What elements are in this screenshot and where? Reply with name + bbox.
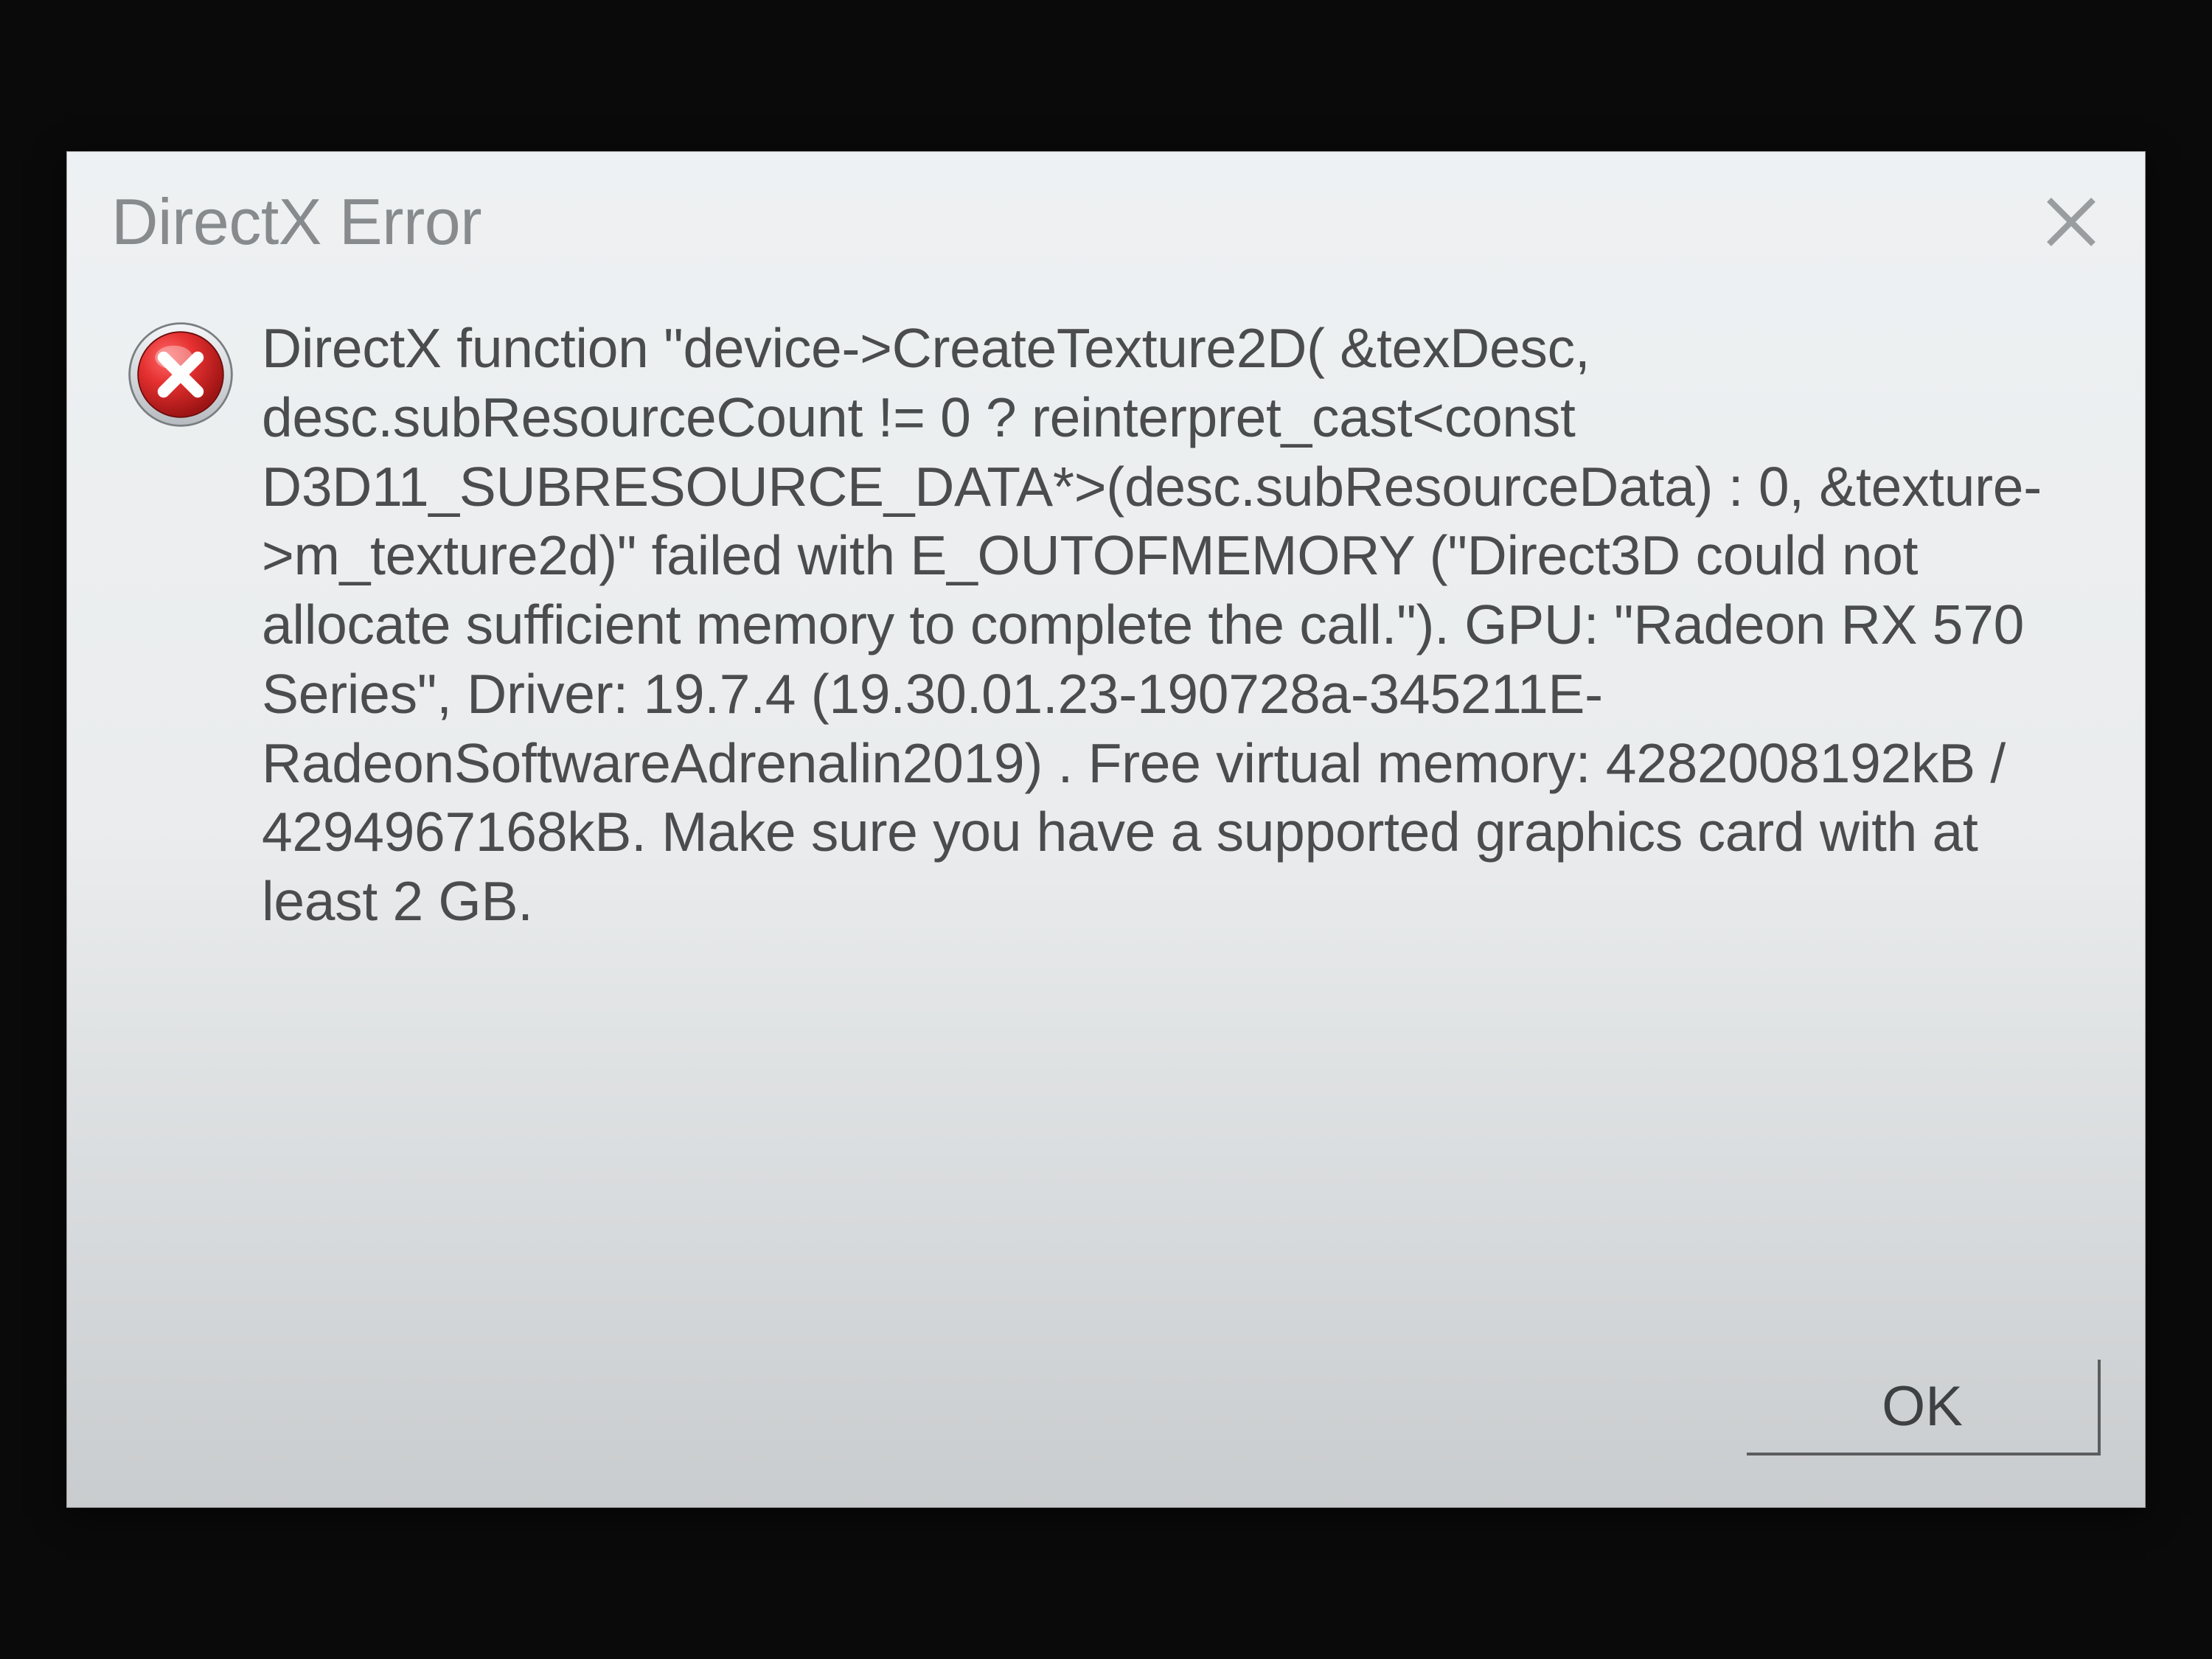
dialog-title: DirectX Error [111, 184, 481, 260]
error-dialog: DirectX Error [66, 151, 2146, 1508]
message-column: DirectX function "device->CreateTexture2… [259, 314, 2093, 1338]
titlebar: DirectX Error [67, 152, 2145, 292]
ok-button[interactable]: OK [1747, 1360, 2101, 1455]
icon-column [126, 314, 259, 1338]
dialog-footer: OK [67, 1338, 2145, 1507]
error-icon [126, 320, 235, 429]
error-message: DirectX function "device->CreateTexture2… [262, 314, 2093, 936]
close-icon [2038, 189, 2104, 255]
dialog-body: DirectX function "device->CreateTexture2… [67, 292, 2145, 1338]
close-button[interactable] [2034, 185, 2108, 259]
ok-button-label: OK [1882, 1374, 1963, 1439]
